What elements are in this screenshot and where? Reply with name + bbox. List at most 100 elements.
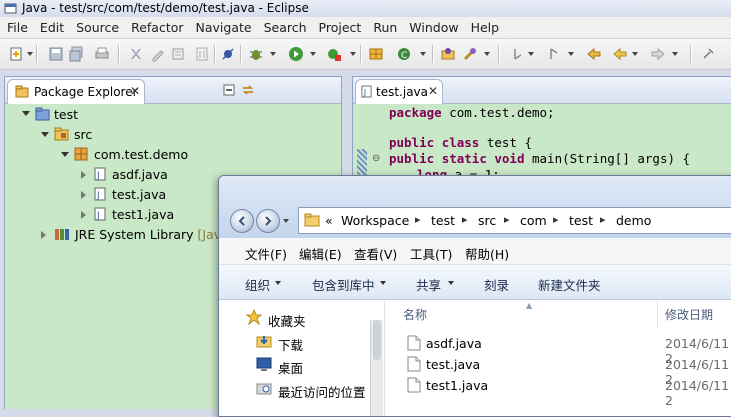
tree-expand-toggle[interactable] [81, 211, 86, 219]
menu-file[interactable]: 文件(F) [245, 244, 287, 263]
recent-pages-dropdown-icon[interactable] [283, 219, 289, 223]
forward-dropdown-icon[interactable] [672, 52, 678, 56]
tree-expand-toggle[interactable] [61, 152, 69, 157]
menu-search[interactable]: Search [258, 17, 313, 38]
tree-expand-toggle[interactable] [81, 191, 86, 199]
menu-file[interactable]: File [0, 17, 34, 38]
breadcrumb-overflow[interactable]: « [325, 213, 333, 228]
navigation-scrollbar[interactable] [370, 320, 383, 416]
link-with-editor-icon[interactable] [241, 83, 255, 97]
forward-icon[interactable] [650, 46, 666, 62]
collapse-all-icon[interactable] [222, 83, 236, 97]
menu-project[interactable]: Project [313, 17, 368, 38]
menu-edit[interactable]: Edit [34, 17, 70, 38]
next-annotation-dropdown-icon[interactable] [528, 52, 534, 56]
breadcrumb-item[interactable]: Workspace [341, 213, 409, 228]
previous-annotation-icon[interactable] [546, 46, 562, 62]
menu-view[interactable]: 查看(V) [354, 244, 397, 263]
column-header-name[interactable]: 名称 [403, 306, 427, 323]
tree-item-library[interactable]: JRE System Library [JavaS [75, 227, 237, 242]
breadcrumb-separator-icon[interactable]: ▸ [600, 213, 606, 226]
open-type-icon[interactable] [440, 46, 456, 62]
save-all-icon[interactable] [68, 46, 84, 62]
close-icon[interactable]: ✕ [428, 84, 438, 98]
breadcrumb-item[interactable]: demo [616, 213, 651, 228]
menu-edit[interactable]: 编辑(E) [299, 244, 342, 263]
back-icon[interactable] [612, 46, 628, 62]
forward-button[interactable] [256, 209, 280, 233]
menu-help[interactable]: 帮助(H) [465, 244, 509, 263]
tree-item-file[interactable]: asdf.java [112, 167, 168, 182]
back-dropdown-icon[interactable] [632, 52, 638, 56]
pin-editor-icon[interactable] [700, 46, 716, 62]
organize-button[interactable]: 组织 [245, 275, 270, 294]
external-tools-icon[interactable] [326, 46, 342, 62]
address-bar[interactable]: « Workspace ▸ test ▸ src ▸ com ▸ test ▸ … [298, 207, 731, 234]
code-line[interactable]: public class test { [389, 135, 532, 150]
column-header-modified[interactable]: 修改日期 [665, 306, 713, 323]
tree-item-package[interactable]: com.test.demo [94, 147, 188, 162]
tree-expand-toggle[interactable] [41, 231, 46, 239]
organize-dropdown-icon[interactable] [275, 281, 281, 285]
menu-source[interactable]: Source [70, 17, 125, 38]
breadcrumb-item[interactable]: test [431, 213, 455, 228]
package-explorer-tab[interactable]: Package Explorer ✕ [7, 79, 145, 104]
scrollbar-thumb[interactable] [373, 320, 381, 360]
next-annotation-icon[interactable] [510, 46, 526, 62]
skip-breakpoints-icon[interactable] [220, 46, 236, 62]
column-divider[interactable] [657, 300, 658, 328]
include-in-library-button[interactable]: 包含到库中 [312, 275, 375, 294]
back-button[interactable] [230, 209, 254, 233]
new-dropdown-icon[interactable] [27, 52, 33, 56]
new-folder-button[interactable]: 新建文件夹 [538, 275, 601, 294]
new-icon[interactable] [8, 46, 24, 62]
tree-expand-toggle[interactable] [81, 171, 86, 179]
breadcrumb-separator-icon[interactable]: ▸ [504, 213, 510, 226]
search-dropdown-icon[interactable] [484, 52, 490, 56]
breadcrumb-item[interactable]: com [520, 213, 547, 228]
debug-dropdown-icon[interactable] [270, 52, 276, 56]
share-button[interactable]: 共享 [416, 275, 441, 294]
tree-expand-toggle[interactable] [22, 111, 30, 116]
list-icon[interactable] [170, 46, 186, 62]
tree-item-src[interactable]: src [74, 127, 92, 142]
menu-refactor[interactable]: Refactor [125, 17, 189, 38]
external-tools-dropdown-icon[interactable] [350, 52, 356, 56]
code-line[interactable]: public static void main(String[] args) { [389, 151, 690, 166]
breadcrumb-item[interactable]: src [478, 213, 496, 228]
share-dropdown-icon[interactable] [448, 281, 454, 285]
run-dropdown-icon[interactable] [310, 52, 316, 56]
nav-item-favorites[interactable]: 收藏夹 [219, 308, 379, 329]
menu-tools[interactable]: 工具(T) [410, 244, 452, 263]
breadcrumb-separator-icon[interactable]: ▸ [553, 213, 559, 226]
menu-run[interactable]: Run [367, 17, 403, 38]
tree-item-file[interactable]: test1.java [112, 207, 174, 222]
search-icon[interactable] [462, 46, 478, 62]
new-java-package-icon[interactable] [368, 46, 384, 62]
tree-expand-toggle[interactable] [41, 132, 49, 137]
editor-tab-test-java[interactable]: J test.java ✕ [355, 79, 443, 104]
burn-button[interactable]: 刻录 [484, 275, 509, 294]
breadcrumb-separator-icon[interactable]: ▸ [462, 213, 468, 226]
print-icon[interactable] [94, 46, 110, 62]
format-icon[interactable] [194, 46, 210, 62]
include-in-library-dropdown-icon[interactable] [380, 281, 386, 285]
close-icon[interactable]: ✕ [130, 84, 140, 98]
menu-navigate[interactable]: Navigate [190, 17, 258, 38]
breadcrumb-separator-icon[interactable]: ▸ [415, 213, 421, 226]
save-icon[interactable] [48, 46, 64, 62]
previous-annotation-dropdown-icon[interactable] [568, 52, 574, 56]
menu-help[interactable]: Help [465, 17, 506, 38]
cut-icon[interactable] [128, 46, 144, 62]
debug-icon[interactable] [248, 46, 264, 62]
last-edit-location-icon[interactable] [586, 46, 602, 62]
menu-window[interactable]: Window [403, 17, 464, 38]
fold-toggle-icon[interactable]: ⊖ [372, 153, 380, 164]
code-line[interactable]: package com.test.demo; [389, 105, 555, 120]
breadcrumb-item[interactable]: test [569, 213, 593, 228]
new-java-class-icon[interactable]: C [396, 46, 412, 62]
tree-item-file[interactable]: test.java [112, 187, 166, 202]
pen-icon[interactable] [150, 46, 166, 62]
new-class-dropdown-icon[interactable] [420, 52, 426, 56]
tree-item-project[interactable]: test [54, 107, 78, 122]
